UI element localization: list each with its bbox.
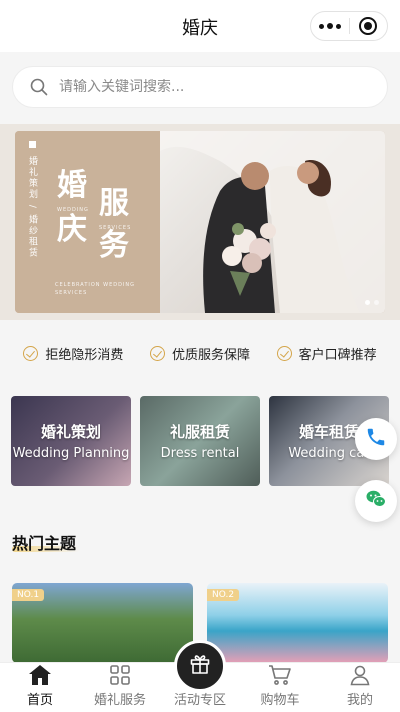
banner-strip-text: 婚礼策划 / 婚纱租赁 <box>27 156 37 259</box>
guarantee-label: 拒绝隐形消费 <box>45 347 124 363</box>
banner-area: 婚礼策划 / 婚纱租赁 婚 服 庆 务 WEDDING SERVICES CEL… <box>0 124 400 320</box>
tab-label: 购物车 <box>260 693 300 708</box>
hot-topic-card[interactable]: NO.1 <box>12 583 193 663</box>
service-card-wedding-planning[interactable]: 婚礼策划 Wedding Planning <box>11 396 131 486</box>
check-circle-icon <box>23 345 39 361</box>
tab-cart[interactable]: 购物车 <box>240 663 320 712</box>
banner-mini-right: SERVICES <box>99 225 132 231</box>
banner-mini-top: WEDDING <box>57 207 89 213</box>
grid-icon <box>109 663 131 686</box>
guarantee-label: 优质服务保障 <box>171 347 250 363</box>
service-subtitle: Wedding Planning <box>12 446 130 461</box>
cart-icon <box>268 663 292 686</box>
banner-char-1: 婚 <box>57 168 87 203</box>
tab-wedding-service[interactable]: 婚礼服务 <box>80 663 160 712</box>
carousel-indicator <box>365 300 379 305</box>
activity-center-button[interactable] <box>174 640 226 692</box>
banner-char-2: 服 <box>99 186 129 221</box>
more-icon[interactable] <box>311 11 349 41</box>
search-icon <box>29 77 49 97</box>
service-cards: 婚礼策划 Wedding Planning 礼服租赁 Dress rental … <box>11 396 391 486</box>
search-input[interactable] <box>59 79 359 95</box>
banner-char-4: 务 <box>99 228 129 263</box>
mini-program-capsule <box>310 11 388 41</box>
service-title: 礼服租赁 <box>169 423 230 441</box>
guarantee-label: 客户口碑推荐 <box>298 347 377 363</box>
service-title: 婚礼策划 <box>40 423 101 441</box>
phone-call-button[interactable] <box>355 418 397 460</box>
service-subtitle: Dress rental <box>160 446 240 461</box>
guarantee-item: 客户口碑推荐 <box>276 338 377 368</box>
phone-icon <box>365 426 387 452</box>
tab-mine[interactable]: 我的 <box>320 663 400 712</box>
guarantee-row: 拒绝隐形消费 优质服务保障 客户口碑推荐 <box>0 338 400 368</box>
section-title-hot: 热门主题 <box>12 534 77 553</box>
banner-text-panel: 婚礼策划 / 婚纱租赁 婚 服 庆 务 WEDDING SERVICES CEL… <box>15 131 160 313</box>
banner-char-3: 庆 <box>57 212 87 247</box>
wechat-button[interactable] <box>355 480 397 522</box>
wedding-couple-photo <box>160 131 385 313</box>
banner-carousel[interactable]: 婚礼策划 / 婚纱租赁 婚 服 庆 务 WEDDING SERVICES CEL… <box>15 131 385 313</box>
user-icon <box>349 663 371 686</box>
banner-mini-bottom: CELEBRATION WEDDING SERVICES <box>55 282 136 296</box>
navbar: 婚庆 <box>0 0 400 52</box>
close-target-icon[interactable] <box>349 11 387 41</box>
tab-label: 首页 <box>26 693 53 708</box>
guarantee-item: 拒绝隐形消费 <box>23 338 123 368</box>
guarantee-item: 优质服务保障 <box>149 338 250 368</box>
service-title: 婚车租赁 <box>298 423 359 441</box>
wechat-icon <box>364 487 388 515</box>
check-circle-icon <box>276 345 292 361</box>
check-circle-icon <box>149 345 165 361</box>
search-bar[interactable] <box>12 66 388 108</box>
home-icon <box>28 663 52 686</box>
hot-topic-card[interactable]: NO.2 <box>207 583 388 663</box>
service-card-dress-rental[interactable]: 礼服租赁 Dress rental <box>140 396 260 486</box>
rank-badge: NO.2 <box>207 589 240 601</box>
rank-badge: NO.1 <box>12 589 45 601</box>
tab-home[interactable]: 首页 <box>0 663 80 712</box>
tab-label: 婚礼服务 <box>93 693 146 708</box>
gift-icon <box>189 653 211 679</box>
banner-vertical-strip: 婚礼策划 / 婚纱租赁 <box>25 141 39 311</box>
tab-label: 我的 <box>346 693 373 708</box>
